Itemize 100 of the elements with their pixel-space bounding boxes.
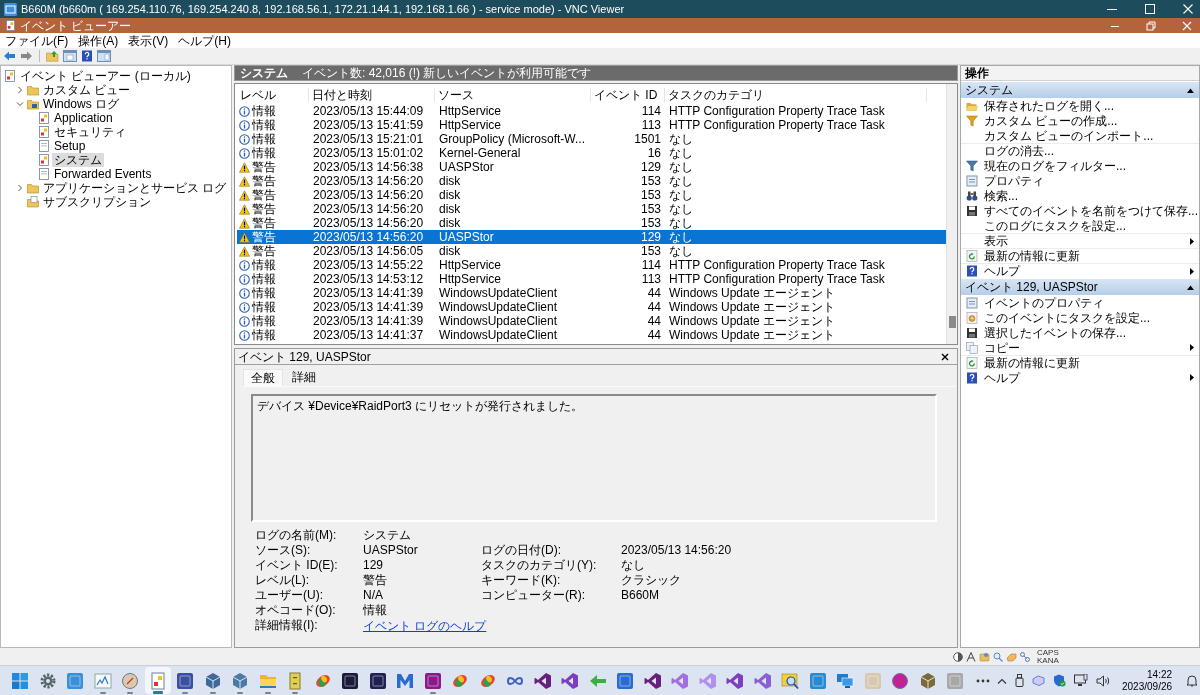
back-arrow-icon[interactable] bbox=[3, 50, 16, 62]
network-icon[interactable] bbox=[1074, 674, 1088, 687]
event-row[interactable]: 情報 2023/05/13 15:41:59 HttpService 113 HTTP Configuration Property Trace Task bbox=[237, 118, 946, 132]
folder-up-icon[interactable] bbox=[46, 50, 59, 62]
table-cell-text: disk bbox=[438, 188, 462, 202]
menu-item[interactable]: ヘルプ(H) bbox=[177, 33, 232, 48]
action-item[interactable]: カスタム ビューのインポート... bbox=[984, 128, 1154, 143]
tree-item[interactable]: Windows ログ bbox=[41, 97, 121, 111]
table-cell-text: 44 bbox=[646, 300, 662, 314]
column-header[interactable]: 日付と時刻 bbox=[309, 88, 435, 102]
event-row[interactable]: 情報 2023/05/13 14:41:39 WindowsUpdateClient 44 Windows Update エージェント bbox=[237, 286, 946, 300]
speaker-icon[interactable] bbox=[1096, 674, 1110, 687]
table-cell-text: 2023/05/13 15:44:09 bbox=[312, 104, 425, 118]
action-item[interactable]: 保存されたログを開く... bbox=[984, 98, 1114, 113]
save-icon[interactable] bbox=[965, 204, 978, 217]
tree-item[interactable]: アプリケーションとサービス ログ bbox=[41, 181, 229, 195]
menu-item[interactable]: ファイル(F) bbox=[4, 33, 70, 48]
action-item[interactable]: このイベントにタスクを設定... bbox=[984, 310, 1150, 325]
action-item[interactable]: 選択したイベントの保存... bbox=[984, 325, 1126, 340]
restore-icon[interactable] bbox=[1146, 20, 1156, 31]
event-row[interactable]: 警告 2023/05/13 14:56:20 disk 153 なし bbox=[237, 174, 946, 188]
table-cell-text: なし bbox=[668, 244, 694, 258]
action-item[interactable]: 最新の情報に更新 bbox=[984, 356, 1080, 370]
action-item[interactable]: ヘルプ bbox=[984, 264, 1020, 278]
action-item[interactable]: 検索... bbox=[984, 188, 1018, 203]
save-icon[interactable] bbox=[965, 326, 978, 339]
tree-item[interactable]: システム bbox=[52, 153, 104, 167]
table-cell-text: 2023/05/13 14:56:20 bbox=[312, 216, 425, 230]
menu-item[interactable]: 操作(A) bbox=[77, 33, 120, 48]
tree-item[interactable]: サブスクリプション bbox=[41, 195, 153, 209]
action-item[interactable]: ヘルプ bbox=[984, 370, 1020, 385]
action-item[interactable]: カスタム ビューの作成... bbox=[984, 113, 1118, 128]
event-row[interactable]: 情報 2023/05/13 14:41:39 WindowsUpdateClient 44 Windows Update エージェント bbox=[237, 314, 946, 328]
shield-icon[interactable] bbox=[1053, 674, 1066, 687]
tab[interactable]: 全般 bbox=[243, 369, 283, 386]
clock-time[interactable]: 14:22 bbox=[1147, 668, 1173, 681]
collapse-icon[interactable] bbox=[1187, 87, 1194, 93]
more-icon[interactable] bbox=[975, 678, 990, 683]
maximize-icon[interactable] bbox=[1144, 3, 1156, 15]
event-row[interactable]: 情報 2023/05/13 15:21:01 GroupPolicy (Microsoft-W... 1501 なし bbox=[237, 132, 946, 146]
action-item[interactable]: 表示 bbox=[984, 234, 1008, 248]
tree-item[interactable]: Forwarded Events bbox=[52, 167, 154, 181]
chevron-up-icon[interactable] bbox=[997, 677, 1007, 684]
action-item[interactable]: 最新の情報に更新 bbox=[984, 249, 1080, 263]
help-icon[interactable] bbox=[965, 371, 978, 384]
table-cell-text: 16 bbox=[646, 146, 662, 160]
table-cell-text: 113 bbox=[640, 118, 662, 132]
column-header[interactable]: タスクのカテゴリ bbox=[665, 88, 927, 102]
close-icon[interactable] bbox=[941, 352, 949, 361]
submenu-arrow-icon[interactable] bbox=[1190, 374, 1194, 381]
event-row[interactable]: 警告 2023/05/13 14:56:20 disk 153 なし bbox=[237, 202, 946, 216]
menu-item[interactable]: 表示(V) bbox=[127, 33, 170, 48]
collapse-icon[interactable] bbox=[1187, 284, 1194, 290]
event-row[interactable]: 情報 2023/05/13 14:41:37 WindowsUpdateClient 44 Windows Update エージェント bbox=[237, 328, 946, 342]
event-row[interactable]: 警告 2023/05/13 14:56:20 UASPStor 129 なし bbox=[237, 230, 946, 244]
notification-icon[interactable] bbox=[1186, 674, 1199, 687]
help-link[interactable]: イベント ログのヘルプ bbox=[363, 618, 487, 633]
action-item[interactable]: ログの消去... bbox=[984, 144, 1054, 158]
help-icon[interactable] bbox=[81, 50, 93, 62]
action-item[interactable]: コピー bbox=[984, 340, 1020, 355]
funnel-icon[interactable] bbox=[965, 159, 978, 172]
funnel-icon[interactable] bbox=[965, 114, 978, 127]
tree-item[interactable]: Application bbox=[52, 111, 115, 125]
tree-item[interactable]: イベント ビューアー (ローカル) bbox=[18, 69, 193, 83]
event-row[interactable]: 警告 2023/05/13 14:56:38 UASPStor 129 なし bbox=[237, 160, 946, 174]
event-row[interactable]: 警告 2023/05/13 14:56:05 disk 153 なし bbox=[237, 244, 946, 258]
submenu-arrow-icon[interactable] bbox=[1190, 237, 1194, 245]
clock-date[interactable]: 2023/09/26 bbox=[1122, 680, 1173, 693]
tree-item[interactable]: カスタム ビュー bbox=[41, 83, 133, 97]
event-row[interactable]: 情報 2023/05/13 15:01:02 Kernel-General 16 なし bbox=[237, 146, 946, 160]
scrollbar-thumb[interactable] bbox=[948, 316, 956, 328]
event-row[interactable]: 情報 2023/05/13 15:44:09 HttpService 114 HTTP Configuration Property Trace Task bbox=[237, 104, 946, 118]
pane-icon[interactable] bbox=[97, 50, 111, 62]
event-row[interactable]: 情報 2023/05/13 14:55:22 HttpService 114 HTTP Configuration Property Trace Task bbox=[237, 258, 946, 272]
table-cell-text: 2023/05/13 14:53:12 bbox=[312, 272, 425, 286]
refresh-icon[interactable] bbox=[965, 357, 978, 369]
help-icon[interactable] bbox=[965, 265, 978, 277]
action-item[interactable]: イベントのプロパティ bbox=[984, 295, 1104, 310]
column-header[interactable]: ソース bbox=[435, 88, 591, 102]
action-item[interactable]: このログにタスクを設定... bbox=[984, 218, 1126, 233]
event-row[interactable]: 情報 2023/05/13 14:53:12 HttpService 113 HTTP Configuration Property Trace Task bbox=[237, 272, 946, 286]
event-row[interactable]: 情報 2023/05/13 14:41:39 WindowsUpdateClient 44 Windows Update エージェント bbox=[237, 300, 946, 314]
action-item[interactable]: 現在のログをフィルター... bbox=[984, 158, 1126, 173]
submenu-arrow-icon[interactable] bbox=[1190, 344, 1194, 351]
forward-arrow-icon[interactable] bbox=[20, 50, 33, 62]
action-item[interactable]: すべてのイベントを名前をつけて保存... bbox=[984, 203, 1198, 218]
refresh-icon[interactable] bbox=[965, 250, 978, 262]
pane-icon[interactable] bbox=[63, 50, 77, 62]
tree-item[interactable]: Setup bbox=[52, 139, 88, 153]
event-row[interactable]: 警告 2023/05/13 14:56:20 disk 153 なし bbox=[237, 216, 946, 230]
submenu-arrow-icon[interactable] bbox=[1190, 267, 1194, 275]
properties-icon[interactable] bbox=[965, 296, 978, 309]
column-header[interactable]: イベント ID bbox=[591, 88, 665, 102]
action-item[interactable]: プロパティ bbox=[984, 173, 1044, 188]
tree-item[interactable]: セキュリティ bbox=[52, 125, 128, 139]
binoculars-icon[interactable] bbox=[965, 189, 978, 202]
warning-icon bbox=[239, 175, 250, 187]
column-header[interactable]: レベル bbox=[237, 88, 309, 102]
usb-drive-icon[interactable] bbox=[1015, 674, 1024, 687]
event-row[interactable]: 警告 2023/05/13 14:56:20 disk 153 なし bbox=[237, 188, 946, 202]
